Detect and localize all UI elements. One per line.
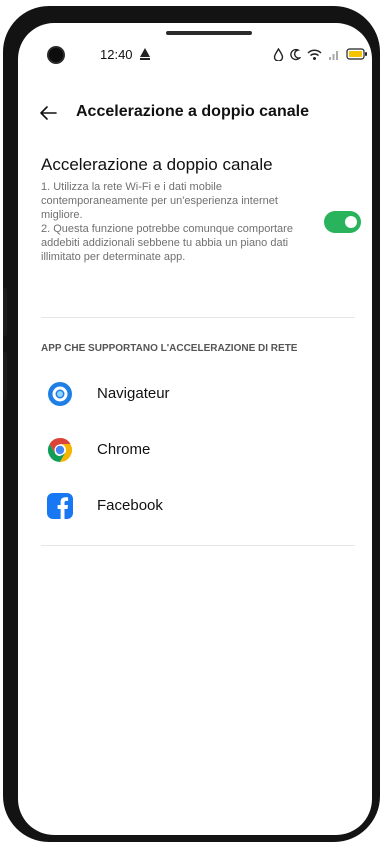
front-camera	[49, 48, 63, 62]
screen: 12:40 Accelerazione a doppio canale Acce…	[18, 23, 372, 835]
do-not-disturb-moon-icon	[290, 48, 301, 60]
battery-icon	[346, 48, 367, 60]
notification-triangle-icon	[140, 48, 150, 60]
divider	[41, 317, 355, 318]
app-label: Chrome	[97, 441, 151, 458]
divider	[41, 545, 355, 546]
setting-description: 1. Utilizza la rete Wi-Fi e i dati mobil…	[41, 181, 293, 263]
phone-frame: 12:40 Accelerazione a doppio canale Acce…	[3, 6, 380, 842]
dual-channel-setting[interactable]: Accelerazione a doppio canale 1. Utilizz…	[41, 154, 355, 264]
side-button-lower	[3, 352, 7, 400]
app-list: Navigateur Chrome Facebook	[18, 366, 372, 534]
chrome-icon	[47, 438, 73, 462]
list-item-facebook[interactable]: Facebook	[18, 478, 372, 534]
dual-channel-toggle[interactable]	[324, 211, 361, 233]
app-bar: Accelerazione a doppio canale	[18, 93, 372, 133]
side-button-upper	[3, 288, 7, 336]
app-label: Facebook	[97, 497, 163, 514]
app-label: Navigateur	[97, 385, 170, 402]
status-time: 12:40	[100, 47, 133, 62]
water-drop-icon	[273, 47, 284, 61]
navigateur-icon	[48, 382, 72, 406]
facebook-icon	[47, 493, 73, 519]
toggle-knob	[345, 216, 357, 228]
setting-title: Accelerazione a doppio canale	[41, 155, 273, 174]
signal-icon	[329, 50, 338, 60]
apps-section-header: APP CHE SUPPORTANO L'ACCELERAZIONE DI RE…	[41, 343, 298, 354]
list-item-chrome[interactable]: Chrome	[18, 422, 372, 478]
back-arrow-icon[interactable]	[38, 103, 58, 123]
wifi-icon	[307, 48, 322, 60]
page-title: Accelerazione a doppio canale	[76, 103, 309, 120]
status-bar: 12:40	[18, 23, 372, 71]
list-item-navigateur[interactable]: Navigateur	[18, 366, 372, 422]
status-icons	[273, 47, 368, 61]
